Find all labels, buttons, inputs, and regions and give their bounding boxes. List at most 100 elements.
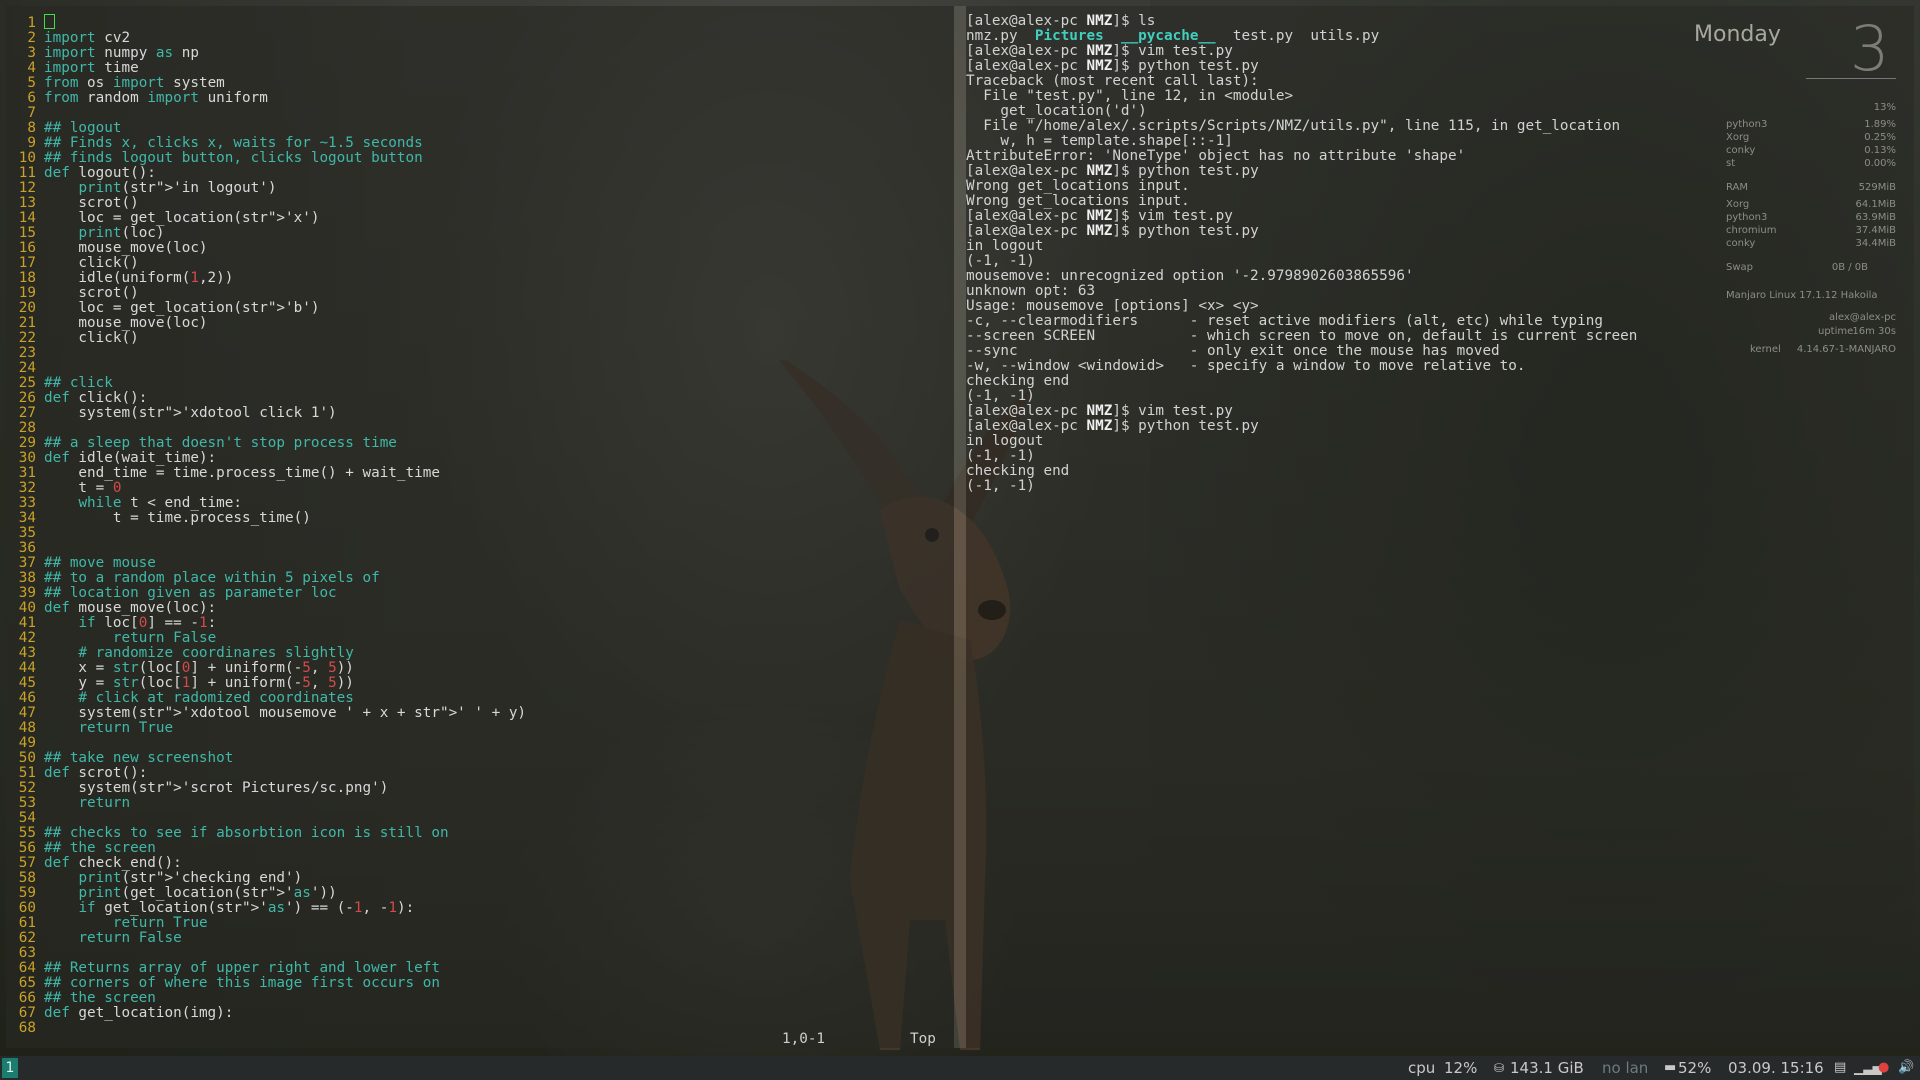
- code-text: system(str">'xdotool click 1'): [44, 405, 337, 421]
- vim-line[interactable]: 63: [6, 946, 526, 961]
- vim-line[interactable]: 38 ## to a random place within 5 pixels o…: [6, 571, 526, 586]
- clipboard-icon[interactable]: ▤: [1834, 1060, 1846, 1075]
- vim-line[interactable]: 1: [6, 14, 526, 31]
- vim-line[interactable]: 26 def click():: [6, 391, 526, 406]
- vim-line[interactable]: 57 def check_end():: [6, 856, 526, 871]
- line-number: 39: [18, 585, 36, 601]
- code-text: ## a sleep that doesn't stop process tim…: [44, 435, 397, 451]
- line-number: 17: [18, 255, 36, 271]
- volume-icon[interactable]: 🔊: [1898, 1060, 1914, 1075]
- terminal-line: [alex@alex-pc NMZ]$ vim test.py: [966, 208, 1233, 224]
- terminal-line: [alex@alex-pc NMZ]$ python test.py: [966, 223, 1259, 239]
- vim-line[interactable]: 54: [6, 811, 526, 826]
- vim-line[interactable]: 67 def get_location(img):: [6, 1006, 526, 1021]
- vim-line[interactable]: 47 system(str">'xdotool mousemove ' + x …: [6, 706, 526, 721]
- code-text: loc = get_location(str">'x'): [44, 210, 320, 226]
- vim-code-buffer[interactable]: 1 2 import cv2 3 import numpy as np 4 import t…: [6, 14, 526, 1036]
- pane-divider[interactable]: [954, 6, 966, 1048]
- vim-line[interactable]: 61 return True: [6, 916, 526, 931]
- vim-line[interactable]: 44 x = str(loc[0] + uniform(-5, 5)): [6, 661, 526, 676]
- vim-line[interactable]: 65 ## corners of where this image first o…: [6, 976, 526, 991]
- notification-icon[interactable]: ●: [1878, 1060, 1889, 1075]
- vim-line[interactable]: 32 t = 0: [6, 481, 526, 496]
- vim-line[interactable]: 60 if get_location(str">'as') == (-1, -1…: [6, 901, 526, 916]
- vim-line[interactable]: 62 return False: [6, 931, 526, 946]
- terminal-line: --sync - only exit once the mouse has mo…: [966, 343, 1500, 359]
- vim-line[interactable]: 8 ## logout: [6, 121, 526, 136]
- vim-line[interactable]: 46 # click at radomized coordinates: [6, 691, 526, 706]
- vim-line[interactable]: 59 print(get_location(str">'as')): [6, 886, 526, 901]
- vim-line[interactable]: 24: [6, 361, 526, 376]
- vim-line[interactable]: 66 ## the screen: [6, 991, 526, 1006]
- vim-line[interactable]: 56 ## the screen: [6, 841, 526, 856]
- vim-line[interactable]: 27 system(str">'xdotool click 1'): [6, 406, 526, 421]
- terminal-line: --screen SCREEN - which screen to move o…: [966, 328, 1638, 344]
- terminal-output[interactable]: [alex@alex-pc NMZ]$ ls nmz.py Pictures __…: [966, 14, 1637, 494]
- line-number: 59: [18, 885, 36, 901]
- conky-entry-name: python3: [1726, 119, 1768, 130]
- vim-line[interactable]: 34 t = time.process_time(): [6, 511, 526, 526]
- vim-line[interactable]: 3 import numpy as np: [6, 46, 526, 61]
- vim-line[interactable]: 10 ## finds logout button, clicks logout …: [6, 151, 526, 166]
- vim-line[interactable]: 4 import time: [6, 61, 526, 76]
- vim-line[interactable]: 17 click(): [6, 256, 526, 271]
- vim-line[interactable]: 33 while t < end_time:: [6, 496, 526, 511]
- vim-line[interactable]: 6 from random import uniform: [6, 91, 526, 106]
- vim-line[interactable]: 29 ## a sleep that doesn't stop process t…: [6, 436, 526, 451]
- vim-line[interactable]: 55 ## checks to see if absorbtion icon is…: [6, 826, 526, 841]
- vim-line[interactable]: 23: [6, 346, 526, 361]
- vim-line[interactable]: 14 loc = get_location(str">'x'): [6, 211, 526, 226]
- vim-line[interactable]: 7: [6, 106, 526, 121]
- code-text: print(str">'in logout'): [78, 180, 277, 196]
- vim-line[interactable]: 20 loc = get_location(str">'b'): [6, 301, 526, 316]
- vim-line[interactable]: 31 end_time = time.process_time() + wait…: [6, 466, 526, 481]
- line-number: 64: [18, 960, 36, 976]
- vim-line[interactable]: 39 ## location given as parameter loc: [6, 586, 526, 601]
- vim-line[interactable]: 58 print(str">'checking end'): [6, 871, 526, 886]
- line-number: 30: [18, 450, 36, 466]
- vim-line[interactable]: 52 system(str">'scrot Pictures/sc.png'): [6, 781, 526, 796]
- vim-line[interactable]: 13 scrot(): [6, 196, 526, 211]
- vim-line[interactable]: 64 ## Returns array of upper right and lo…: [6, 961, 526, 976]
- vim-line[interactable]: 43 # randomize coordinares slightly: [6, 646, 526, 661]
- vim-line[interactable]: 2 import cv2: [6, 31, 526, 46]
- vim-line[interactable]: 45 y = str(loc[1] + uniform(-5, 5)): [6, 676, 526, 691]
- vim-line[interactable]: 22 click(): [6, 331, 526, 346]
- vim-line[interactable]: 48 return True: [6, 721, 526, 736]
- vim-line[interactable]: 41 if loc[0] == -1:: [6, 616, 526, 631]
- vim-line[interactable]: 21 mouse_move(loc): [6, 316, 526, 331]
- disk-icon: ⛁: [1494, 1061, 1505, 1075]
- line-number: 28: [18, 420, 36, 436]
- vim-line[interactable]: 37 ## move mouse: [6, 556, 526, 571]
- vim-line[interactable]: 9 ## Finds x, clicks x, waits for ~1.5 se…: [6, 136, 526, 151]
- vim-line[interactable]: 12 print(str">'in logout'): [6, 181, 526, 196]
- vim-editor-pane[interactable]: 1 2 import cv2 3 import numpy as np 4 import t…: [6, 6, 954, 1048]
- vim-line[interactable]: 50 ## take new screenshot: [6, 751, 526, 766]
- vim-line[interactable]: 16 mouse_move(loc): [6, 241, 526, 256]
- vim-line[interactable]: 49: [6, 736, 526, 751]
- vim-line[interactable]: 18 idle(uniform(1,2)): [6, 271, 526, 286]
- vim-line[interactable]: 51 def scrot():: [6, 766, 526, 781]
- vim-line[interactable]: 28: [6, 421, 526, 436]
- line-number: 47: [18, 705, 36, 721]
- vim-line[interactable]: 40 def mouse_move(loc):: [6, 601, 526, 616]
- code-text: ## Finds x, clicks x, waits for ~1.5 sec…: [44, 135, 423, 151]
- vim-line[interactable]: 25 ## click: [6, 376, 526, 391]
- vim-line[interactable]: 68: [6, 1021, 526, 1036]
- battery-level: 52%: [1678, 1059, 1712, 1077]
- vim-line[interactable]: 19 scrot(): [6, 286, 526, 301]
- vim-line[interactable]: 53 return: [6, 796, 526, 811]
- line-number: 35: [18, 525, 36, 541]
- vim-line[interactable]: 15 print(loc): [6, 226, 526, 241]
- clock: 03.09. 15:16: [1728, 1059, 1824, 1077]
- vim-line[interactable]: 36: [6, 541, 526, 556]
- code-text: system(str">'xdotool mousemove ' + x + s…: [44, 705, 527, 721]
- line-number: 36: [18, 540, 36, 556]
- vim-line[interactable]: 35: [6, 526, 526, 541]
- vim-line[interactable]: 5 from os import system: [6, 76, 526, 91]
- vim-line[interactable]: 30 def idle(wait_time):: [6, 451, 526, 466]
- vim-line[interactable]: 42 return False: [6, 631, 526, 646]
- vim-line[interactable]: 11 def logout():: [6, 166, 526, 181]
- line-number: 26: [18, 390, 36, 406]
- workspace-indicator[interactable]: 1: [2, 1058, 18, 1078]
